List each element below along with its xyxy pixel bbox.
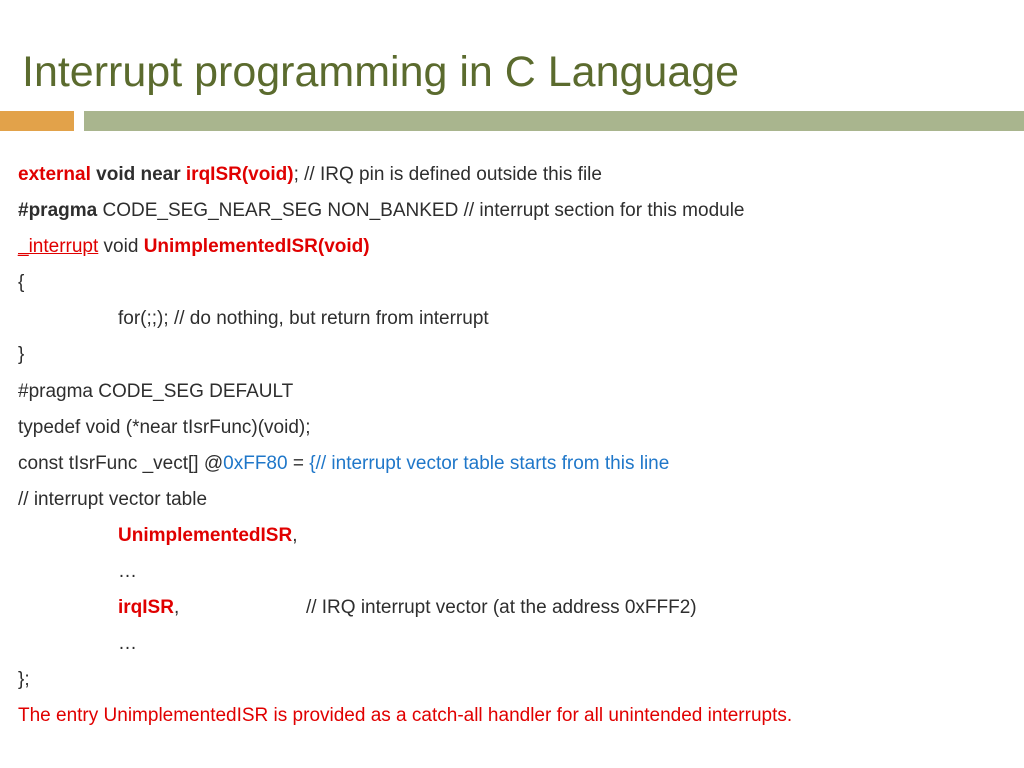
code-line: external void near irqISR(void); // IRQ … — [18, 157, 1006, 193]
code-line: … — [18, 626, 1006, 662]
text: const tIsrFunc _vect[] @ — [18, 453, 223, 474]
code-line: UnimplementedISR, — [18, 518, 1006, 554]
code-line: typedef void (*near tIsrFunc)(void); — [18, 410, 1006, 446]
spacer — [179, 597, 306, 618]
code-line: const tIsrFunc _vect[] @0xFF80 = {// int… — [18, 446, 1006, 482]
code-line: for(;;); // do nothing, but return from … — [18, 301, 1006, 337]
comment: {// interrupt vector table starts from t… — [309, 453, 669, 474]
slide-body: external void near irqISR(void); // IRQ … — [0, 157, 1024, 735]
code-line: … — [18, 554, 1006, 590]
vector-entry: irqISR — [118, 597, 174, 618]
text: ; // IRQ pin is defined outside this fil… — [294, 164, 602, 185]
code-line: irqISR, // IRQ interrupt vector (at the … — [18, 590, 1006, 626]
footer-note: The entry UnimplementedISR is provided a… — [18, 698, 1006, 734]
code-line: }; — [18, 662, 1006, 698]
code-line: { — [18, 265, 1006, 301]
slide: Interrupt programming in C Language exte… — [0, 0, 1024, 768]
keyword-interrupt: _interrupt — [18, 236, 98, 257]
code-line: #pragma CODE_SEG DEFAULT — [18, 374, 1006, 410]
slide-title: Interrupt programming in C Language — [0, 0, 1024, 111]
text: void — [98, 236, 143, 257]
text: = — [288, 453, 310, 474]
code-line: } — [18, 337, 1006, 373]
code-line: // interrupt vector table — [18, 482, 1006, 518]
accent-bar — [0, 111, 1024, 131]
text: CODE_SEG_NEAR_SEG NON_BANKED // interrup… — [97, 200, 744, 221]
accent-bar-green — [84, 111, 1024, 131]
hex-address: 0xFF80 — [223, 453, 287, 474]
vector-entry: UnimplementedISR — [118, 525, 292, 546]
code-line: _interrupt void UnimplementedISR(void) — [18, 229, 1006, 265]
keyword-pragma: #pragma — [18, 200, 97, 221]
keyword-external: external — [18, 164, 91, 185]
accent-bar-gap — [74, 111, 84, 131]
accent-bar-orange — [0, 111, 74, 131]
text: void near — [91, 164, 186, 185]
comment: // IRQ interrupt vector (at the address … — [306, 597, 697, 618]
text: , — [292, 525, 297, 546]
func-unimpl: UnimplementedISR(void) — [144, 236, 370, 257]
func-irqisr: irqISR(void) — [186, 164, 294, 185]
code-line: #pragma CODE_SEG_NEAR_SEG NON_BANKED // … — [18, 193, 1006, 229]
